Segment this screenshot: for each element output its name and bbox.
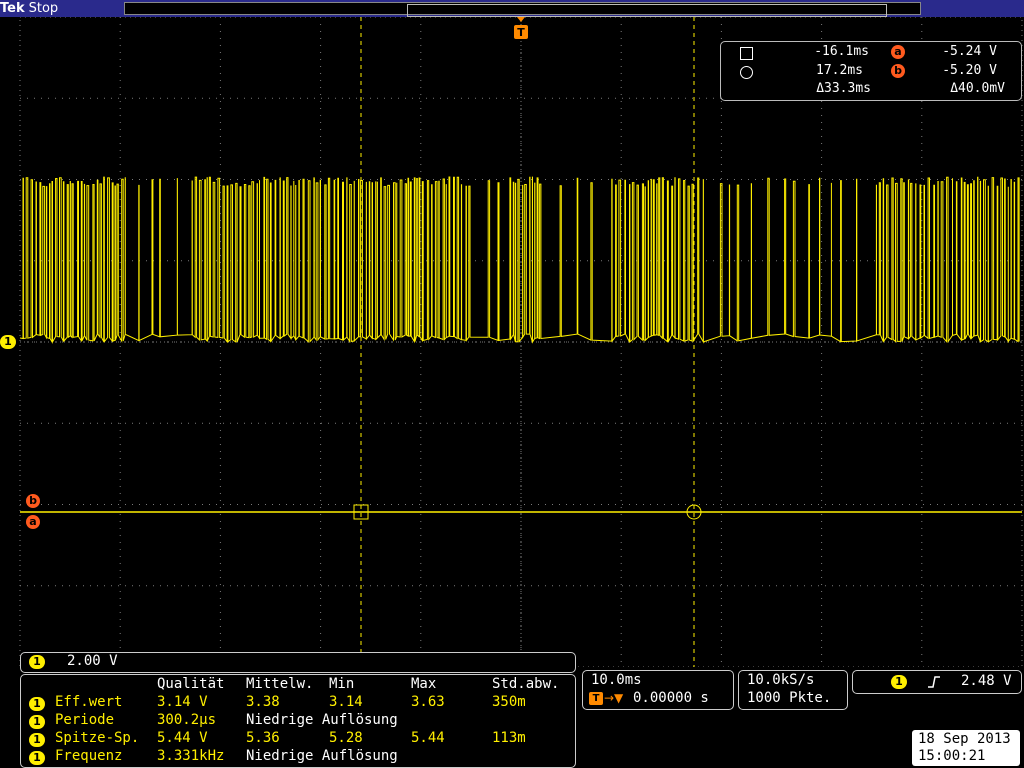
circle-cursor-icon — [740, 66, 753, 79]
meas-row-1-value: 3.14 V — [157, 694, 208, 710]
rising-edge-icon — [928, 676, 940, 688]
square-cursor-icon — [740, 47, 753, 60]
record-view-bar[interactable] — [124, 2, 921, 17]
ref-a-marker[interactable]: a — [26, 515, 40, 529]
graticule[interactable]: T — [0, 17, 1024, 667]
measurement-panel[interactable]: Qualität Mittelw. Min Max Std.abw. 1 Eff… — [20, 674, 576, 768]
cursor-delta-time: Δ33.3ms — [816, 81, 871, 96]
channel-1-scale: 2.00 V — [67, 653, 118, 669]
meas-row-1-max: 3.63 — [411, 694, 445, 710]
record-view-window[interactable] — [407, 4, 887, 17]
cursor-a-value: -5.24 V — [942, 44, 997, 59]
header-min: Min — [329, 676, 355, 692]
meas-row-4-name[interactable]: Frequenz — [55, 748, 122, 764]
brand-status: Tek Stop — [0, 0, 58, 17]
acquisition-panel[interactable]: 10.0kS/s 1000 Pkte. — [738, 670, 848, 710]
cursor-readout-panel: -16.1ms 17.2ms Δ33.3ms a b -5.24 V -5.20… — [720, 41, 1022, 101]
datetime-box: 18 Sep 2013 15:00:21 — [912, 730, 1020, 766]
header-max: Max — [411, 676, 437, 692]
horizontal-panel[interactable]: 10.0ms T →▼ 0.00000 s — [582, 670, 734, 710]
meas-row-3-channel: 1 — [29, 733, 45, 747]
ref-b-marker[interactable]: b — [26, 494, 40, 508]
meas-row-3-min: 5.28 — [329, 730, 363, 746]
record-length: 1000 Pkte. — [747, 690, 832, 706]
meas-row-1-std: 350m — [492, 694, 526, 710]
header-mean: Mittelw. — [246, 676, 314, 692]
trigger-marker-label: T — [517, 26, 525, 39]
brand-logo: Tek — [0, 1, 25, 16]
meas-row-4-value: 3.331kHz — [157, 748, 225, 764]
cursor-circle-time: 17.2ms — [816, 63, 863, 78]
horizontal-scale: 10.0ms — [591, 672, 642, 688]
meas-row-2-status: Niedrige Auflösung — [246, 712, 398, 728]
meas-row-4-channel: 1 — [29, 751, 45, 765]
channel-1-ground-marker[interactable]: 1 — [0, 335, 16, 349]
meas-row-2-value: 300.2µs — [157, 712, 217, 728]
meas-row-2-name[interactable]: Periode — [55, 712, 114, 728]
meas-row-3-mean: 5.36 — [246, 730, 280, 746]
meas-row-1-min: 3.14 — [329, 694, 363, 710]
meas-row-1-mean: 3.38 — [246, 694, 280, 710]
acquisition-state: Stop — [28, 1, 59, 16]
horizontal-position: 0.00000 s — [633, 690, 709, 706]
time: 15:00:21 — [918, 748, 986, 764]
meas-row-3-name[interactable]: Spitze-Sp. — [55, 730, 139, 746]
cursor-b-value: -5.20 V — [942, 63, 997, 78]
meas-row-4-status: Niedrige Auflösung — [246, 748, 398, 764]
meas-row-3-value: 5.44 V — [157, 730, 208, 746]
trigger-panel[interactable]: 1 2.48 V — [852, 670, 1022, 694]
date: 18 Sep 2013 — [918, 731, 1011, 747]
sample-rate: 10.0kS/s — [747, 672, 815, 688]
cursor-square-time: -16.1ms — [814, 44, 869, 59]
cursor-b-badge: b — [891, 64, 905, 78]
channel-1-scale-panel[interactable]: 1 2.00 V — [20, 652, 576, 673]
meas-row-3-std: 113m — [492, 730, 526, 746]
trigger-source-badge: 1 — [891, 675, 907, 689]
channel-1-badge: 1 — [29, 655, 45, 669]
header-std: Std.abw. — [492, 676, 560, 692]
header-quality: Qualität — [157, 676, 225, 692]
meas-row-1-channel: 1 — [29, 697, 45, 711]
arrow-icon: →▼ — [604, 691, 624, 705]
cursor-a-badge: a — [891, 45, 905, 59]
meas-row-3-max: 5.44 — [411, 730, 445, 746]
cursor-delta-value: Δ40.0mV — [950, 81, 1005, 96]
trigger-level: 2.48 V — [961, 673, 1012, 689]
trigger-position-icon: T — [589, 692, 603, 705]
meas-row-2-channel: 1 — [29, 715, 45, 729]
meas-row-1-name[interactable]: Eff.wert — [55, 694, 122, 710]
